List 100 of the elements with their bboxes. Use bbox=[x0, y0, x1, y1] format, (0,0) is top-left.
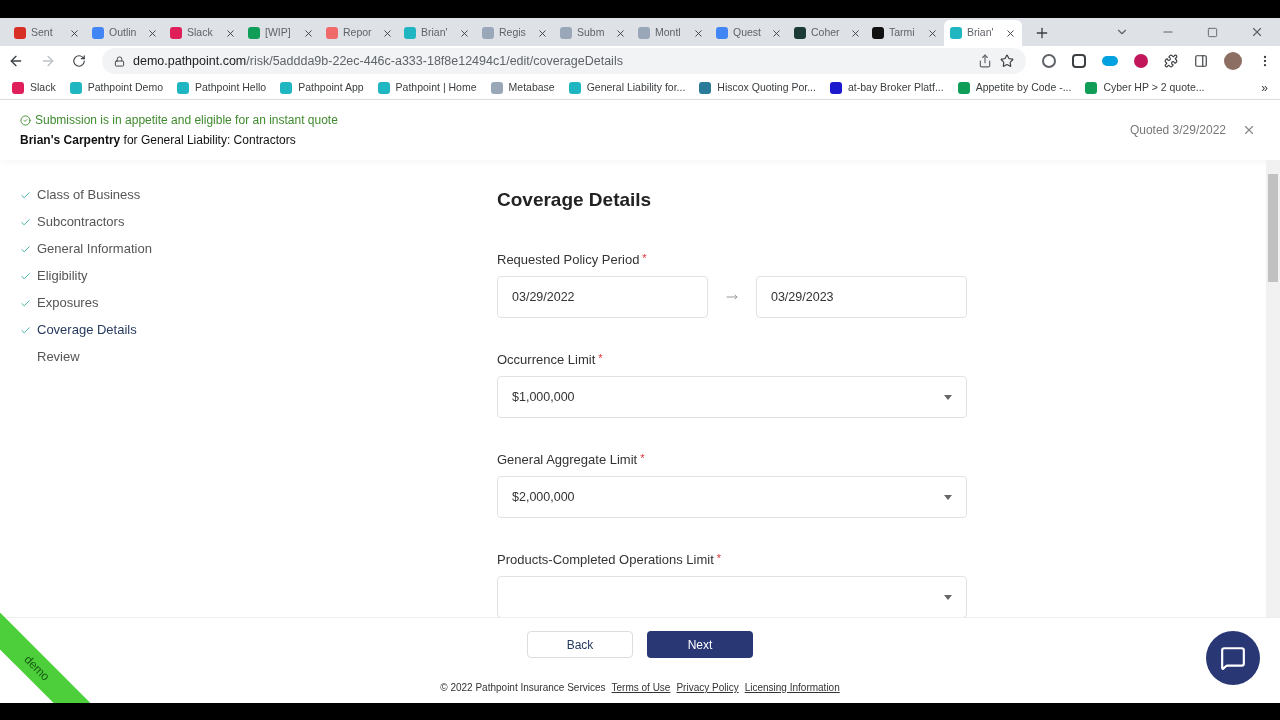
favicon-icon bbox=[280, 81, 293, 94]
favicon-icon bbox=[699, 81, 712, 94]
address-bar[interactable]: demo.pathpoint.com/risk/5addda9b-22ec-446c-a333-18f8e12494c1/edit/coverageDetails bbox=[102, 48, 1026, 74]
bookmark-link[interactable]: Appetite by Code -... bbox=[975, 79, 1072, 96]
close-icon[interactable] bbox=[537, 27, 548, 39]
select-field[interactable]: $1,000,000 bbox=[497, 376, 967, 418]
close-icon[interactable] bbox=[1250, 25, 1264, 39]
tab-title: [WIP] bbox=[265, 25, 291, 41]
restore-icon[interactable] bbox=[1207, 27, 1218, 38]
step-link[interactable]: Class of Business bbox=[37, 185, 141, 205]
browser-tab[interactable]: Tarmi bbox=[866, 20, 944, 46]
lock-icon bbox=[114, 55, 125, 67]
favicon-icon bbox=[829, 81, 842, 94]
step-link[interactable]: Coverage Details bbox=[37, 320, 137, 340]
close-icon[interactable] bbox=[849, 27, 861, 39]
favicon-icon bbox=[92, 27, 104, 39]
close-icon[interactable] bbox=[1242, 123, 1256, 137]
browser-tab[interactable]: [WIP] bbox=[242, 20, 320, 46]
footer-link[interactable]: Terms of Use bbox=[611, 680, 671, 695]
browser-tab[interactable]: Regis bbox=[476, 20, 554, 46]
status-message: Submission is in appetite and eligible for an instant quote bbox=[35, 112, 338, 129]
bookmark-link[interactable]: Slack bbox=[30, 79, 56, 96]
close-icon[interactable] bbox=[615, 27, 626, 39]
bookmark-link[interactable]: Pathpoint Demo bbox=[87, 79, 163, 96]
browser-tab[interactable]: Subm bbox=[554, 20, 632, 46]
tab-title: Quest bbox=[733, 25, 761, 41]
bookmark-link[interactable]: Hiscox Quoting Por... bbox=[717, 79, 816, 96]
favicon-icon bbox=[872, 27, 884, 39]
copyright-text: © 2022 Pathpoint Insurance Services bbox=[440, 681, 606, 695]
step-link[interactable]: General Information bbox=[37, 239, 152, 259]
favicon-icon bbox=[404, 27, 416, 39]
back-button[interactable]: Back bbox=[527, 631, 633, 658]
field-label: Products-Completed Operations Limit bbox=[497, 552, 714, 568]
browser-tab[interactable]: Coher bbox=[788, 20, 866, 46]
bookmark-link[interactable]: Metabase bbox=[508, 79, 555, 96]
more-bookmarks-button[interactable]: » bbox=[1261, 78, 1268, 97]
close-icon[interactable] bbox=[771, 27, 782, 39]
tab-title: Repor bbox=[343, 25, 372, 41]
check-icon bbox=[20, 216, 31, 228]
browser-tab[interactable]: Montl bbox=[632, 20, 710, 46]
chat-button[interactable] bbox=[1206, 631, 1260, 685]
close-icon[interactable] bbox=[381, 27, 393, 39]
close-icon[interactable] bbox=[693, 27, 704, 39]
avatar-icon[interactable] bbox=[1224, 52, 1242, 70]
tab-title: Brian' bbox=[421, 25, 448, 41]
favicon-icon bbox=[170, 27, 182, 39]
star-icon[interactable] bbox=[1000, 54, 1014, 68]
field-label: Occurrence Limit bbox=[497, 352, 596, 368]
check-icon bbox=[20, 189, 31, 201]
step-link[interactable]: Review bbox=[37, 347, 80, 367]
favicon-icon bbox=[482, 27, 494, 39]
browser-tab[interactable]: Outlin bbox=[86, 20, 164, 46]
caret-icon bbox=[944, 594, 952, 600]
field-label: General Aggregate Limit bbox=[497, 452, 638, 468]
side-panel-icon[interactable] bbox=[1194, 54, 1208, 68]
close-icon[interactable] bbox=[225, 27, 236, 39]
next-button[interactable]: Next bbox=[647, 631, 753, 658]
browser-tab[interactable]: Sent bbox=[8, 20, 86, 46]
share-icon[interactable] bbox=[978, 54, 992, 68]
select-field[interactable] bbox=[497, 576, 967, 617]
favicon-icon bbox=[1085, 81, 1098, 94]
footer-link[interactable]: Privacy Policy bbox=[676, 680, 739, 695]
date-field[interactable]: 03/29/2023 bbox=[755, 276, 967, 318]
browser-tab[interactable]: Slack bbox=[164, 20, 242, 46]
browser-tab[interactable]: Brian' bbox=[398, 20, 476, 46]
favicon-icon bbox=[638, 27, 650, 39]
footer-link[interactable]: Licensing Information bbox=[744, 680, 840, 695]
field-label: Requested Policy Period bbox=[497, 252, 640, 268]
back-icon[interactable] bbox=[8, 53, 24, 69]
new-tab-icon[interactable] bbox=[1034, 25, 1050, 41]
close-icon[interactable] bbox=[303, 27, 314, 39]
close-icon[interactable] bbox=[1005, 27, 1016, 39]
close-icon[interactable] bbox=[147, 27, 158, 39]
bookmark-link[interactable]: Pathpoint | Home bbox=[395, 79, 477, 96]
step-link[interactable]: Exposures bbox=[37, 293, 99, 313]
scrollbar[interactable] bbox=[1266, 160, 1280, 617]
bookmark-link[interactable]: at-bay Broker Platf... bbox=[847, 79, 944, 96]
favicon-icon bbox=[490, 81, 503, 94]
select-field[interactable]: $2,000,000 bbox=[497, 476, 967, 518]
section-title: Coverage Details bbox=[497, 188, 653, 212]
extensions-icon[interactable] bbox=[1164, 54, 1178, 68]
browser-tab[interactable]: Repor bbox=[320, 20, 398, 46]
close-icon[interactable] bbox=[927, 27, 938, 39]
tab-title: Tarmi bbox=[889, 25, 915, 41]
close-icon[interactable] bbox=[459, 27, 470, 39]
step-link[interactable]: Subcontractors bbox=[37, 212, 125, 232]
tab-title: Coher bbox=[811, 25, 840, 41]
bookmark-link[interactable]: General Liability for... bbox=[586, 79, 686, 96]
browser-tab[interactable]: Brian' bbox=[944, 20, 1022, 46]
close-icon[interactable] bbox=[69, 27, 80, 39]
bookmark-link[interactable]: Pathpoint Hello bbox=[195, 79, 267, 96]
date-field[interactable]: 03/29/2022 bbox=[497, 276, 709, 318]
required-mark: * bbox=[716, 552, 722, 565]
favicon-icon bbox=[957, 81, 970, 94]
reload-icon[interactable] bbox=[72, 54, 86, 68]
bookmark-link[interactable]: Pathpoint App bbox=[298, 79, 364, 96]
bookmark-link[interactable]: Cyber HP > 2 quote... bbox=[1103, 79, 1205, 96]
favicon-icon bbox=[377, 81, 390, 94]
browser-tab[interactable]: Quest bbox=[710, 20, 788, 46]
step-link[interactable]: Eligibility bbox=[37, 266, 88, 286]
